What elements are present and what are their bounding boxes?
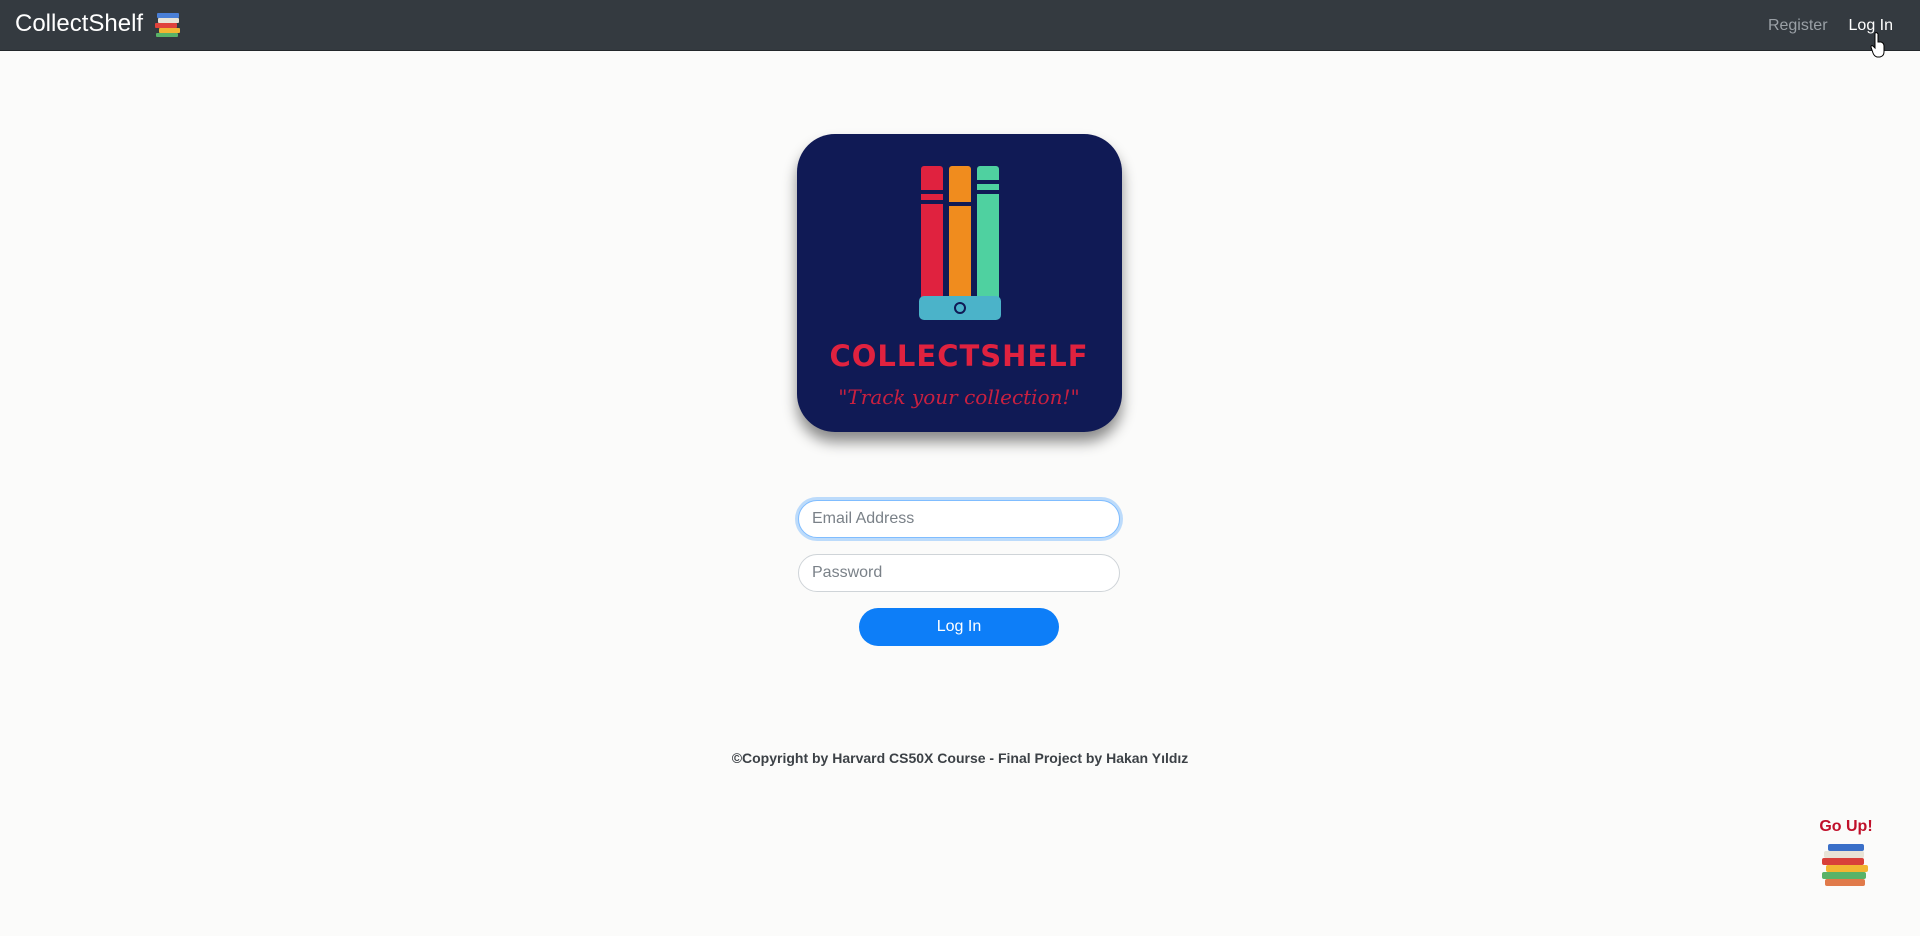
logo-title: COLLECTSHELF <box>829 339 1088 373</box>
nav-links: Register Log In <box>1768 0 1893 51</box>
brand-name: CollectShelf <box>15 10 144 37</box>
green-book-shape <box>977 166 999 314</box>
phone-base-shape <box>919 296 1001 320</box>
go-up-label: Go Up! <box>1819 818 1873 835</box>
footer-copyright: ©Copyright by Harvard CS50X Course - Fin… <box>731 750 1189 766</box>
red-book-shape <box>921 166 943 314</box>
nav-register-link[interactable]: Register <box>1768 17 1828 35</box>
nav-login-link[interactable]: Log In <box>1849 17 1893 35</box>
books-stack-icon <box>153 10 183 38</box>
books-stack-icon <box>1818 844 1874 892</box>
orange-book-shape <box>949 166 971 314</box>
brand-link[interactable]: CollectShelf <box>15 9 183 39</box>
top-navbar: CollectShelf Register Log In <box>0 0 1920 51</box>
go-up-button[interactable]: Go Up! <box>1810 818 1882 893</box>
email-field[interactable] <box>798 500 1120 538</box>
collectshelf-logo: COLLECTSHELF "Track your collection!" <box>797 134 1122 432</box>
logo-tagline: "Track your collection!" <box>838 385 1080 409</box>
password-field[interactable] <box>798 554 1120 592</box>
login-button[interactable]: Log In <box>859 608 1059 646</box>
